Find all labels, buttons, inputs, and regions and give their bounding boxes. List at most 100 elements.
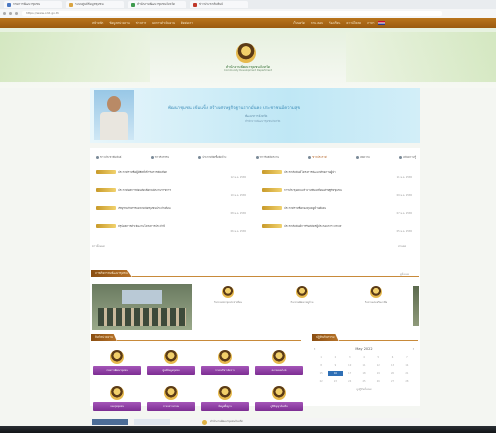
nav-link[interactable]: เว็บบอร์ด <box>293 21 305 26</box>
nav-link[interactable]: หน้าหลัก <box>92 21 103 26</box>
browser-tab[interactable]: ระบบศูนย์ข้อมูลชุมชน <box>66 1 124 8</box>
news-tab[interactable]: บทความ <box>355 154 370 161</box>
browser-tab[interactable]: สำนักงานพัฒนาชุมชนจังหวัด <box>128 1 186 8</box>
read-more-link[interactable]: อ่านต่อ <box>398 245 406 249</box>
nav-link[interactable]: ถาม-ตอบ <box>311 21 323 26</box>
news-item[interactable]: ประชาสัมพันธ์โครงการพัฒนาศักยภาพผู้นำ 11 … <box>262 170 412 182</box>
link-card[interactable]: กรมการพัฒนาชุมชน <box>93 350 141 376</box>
calendar-day[interactable]: 19 <box>371 371 385 376</box>
header-field-left <box>0 32 150 82</box>
nav-link[interactable]: ร้องเรียน <box>329 21 340 26</box>
activity-card[interactable]: กิจกรรมประชุมประจำเดือน <box>198 286 258 305</box>
calendar-day[interactable]: 10 <box>343 363 357 368</box>
news-badge-icon <box>96 206 116 210</box>
calendar-next-icon[interactable]: › <box>413 347 414 351</box>
news-tab[interactable]: ข่าวรับสมัครงาน <box>255 154 279 161</box>
nav-link[interactable]: ดาวน์โหลด <box>346 21 361 26</box>
news-item[interactable]: สรุปผลการดำเนินงานโครงการประจำปี 06 พ.ค. … <box>96 224 246 236</box>
news-date: 11 พ.ค. 2565 <box>396 176 412 179</box>
footer-banner-1[interactable] <box>92 419 128 425</box>
calendar-heading: ปฏิทินกิจกรรม <box>312 334 339 341</box>
link-card[interactable]: ภูมิปัญญาท้องถิ่น <box>255 386 303 412</box>
calendar-day[interactable]: 7 <box>400 355 414 360</box>
activity-logo-icon <box>222 286 234 298</box>
org-subtitle: Community Development Department <box>223 69 273 72</box>
nav-buttons[interactable] <box>3 12 21 16</box>
calendar-day[interactable]: 16 <box>328 371 343 376</box>
calendar-day[interactable]: 5 <box>371 355 385 360</box>
link-card[interactable]: ข้อมูลพื้นฐาน <box>201 386 249 412</box>
link-label: ศูนย์ข้อมูลชุมชน <box>147 366 195 375</box>
calendar-day[interactable]: 9 <box>328 363 342 368</box>
calendar-day[interactable]: 6 <box>385 355 399 360</box>
news-item[interactable]: การประชุมคณะทำงานขับเคลื่อนเศรษฐกิจชุมชน… <box>262 188 412 200</box>
calendar-day[interactable]: 24 <box>343 379 357 384</box>
tab-bullet-icon <box>150 156 154 159</box>
org-logo-icon[interactable] <box>236 43 256 63</box>
activity-card[interactable]: กิจกรรมส่งเสริมอาชีพ <box>346 286 406 305</box>
browser-tab[interactable]: กรมการพัฒนาชุมชน <box>4 1 62 8</box>
news-tab[interactable]: ประกาศจัดซื้อจัดจ้าง <box>198 154 226 161</box>
news-tab-label: ประกาศจัดซื้อจัดจ้าง <box>202 155 227 159</box>
activities-more-link[interactable]: ดูทั้งหมด <box>400 273 409 277</box>
calendar-day[interactable]: 20 <box>385 371 399 376</box>
news-item[interactable]: ประกาศรายชื่อผู้มีสิทธิ์เข้ารับการคัดเลื… <box>96 170 246 182</box>
browser-tab-bar: กรมการพัฒนาชุมชน ระบบศูนย์ข้อมูลชุมชน สำนั… <box>0 0 496 9</box>
calendar-day[interactable]: 27 <box>385 379 399 384</box>
news-tab[interactable]: ข่าวประชาสัมพันธ์ <box>96 154 121 161</box>
director-photo <box>94 90 134 140</box>
activity-photo[interactable] <box>92 284 192 330</box>
link-card[interactable]: ระบบบริหารจัดการ <box>201 350 249 376</box>
browser-tab[interactable]: ข่าวประชาสัมพันธ์ <box>190 1 248 8</box>
calendar-day[interactable]: 28 <box>400 379 414 384</box>
calendar-day[interactable]: 11 <box>357 363 371 368</box>
calendar-day[interactable]: 3 <box>343 355 357 360</box>
news-item[interactable]: ประชาสัมพันธ์การรับสมัครผู้ประกอบการ OTO… <box>262 224 412 236</box>
calendar-day[interactable]: 15 <box>314 371 328 376</box>
activity-caption: กิจกรรมประชุมประจำเดือน <box>214 301 242 304</box>
link-label: กรมการพัฒนาชุมชน <box>93 366 141 375</box>
calendar-day[interactable]: 25 <box>357 379 371 384</box>
calendar-day[interactable]: 21 <box>400 371 414 376</box>
calendar-day[interactable]: 2 <box>328 355 342 360</box>
nav-link[interactable]: ผลการดำเนินงาน <box>152 21 175 26</box>
calendar-day[interactable]: 4 <box>357 355 371 360</box>
link-logo-icon <box>218 386 232 400</box>
nav-link[interactable]: ข้อมูลหน่วยงาน <box>109 21 129 26</box>
more-news-link[interactable]: ข่าวทั้งหมด <box>92 245 105 249</box>
calendar-day[interactable]: 14 <box>400 363 414 368</box>
url-input[interactable]: https://www.cdd.go.th <box>22 11 442 16</box>
link-card[interactable]: กองทุนชุมชน <box>93 386 141 412</box>
calendar-day[interactable]: 26 <box>371 379 385 384</box>
calendar-prev-icon[interactable]: ‹ <box>314 347 315 351</box>
calendar-day[interactable]: 23 <box>328 379 342 384</box>
calendar-day[interactable]: 12 <box>371 363 385 368</box>
calendar-day[interactable]: 8 <box>314 363 328 368</box>
calendar-day[interactable]: 22 <box>314 379 328 384</box>
news-tab[interactable]: ข่าวประกาศ <box>308 154 327 161</box>
tab-bullet-icon <box>308 156 312 159</box>
link-card[interactable]: ศูนย์ข้อมูลชุมชน <box>147 350 195 376</box>
calendar-day[interactable]: 13 <box>385 363 399 368</box>
news-item[interactable]: ประกาศผลการสอบคัดเลือกพนักงานราชการ 10 พ.… <box>96 188 246 200</box>
language-flag-icon[interactable] <box>378 21 386 25</box>
calendar-day[interactable]: 18 <box>357 371 371 376</box>
calendar-day[interactable]: 1 <box>314 355 328 360</box>
footer-banner-2[interactable] <box>134 419 170 425</box>
calendar-day[interactable]: 17 <box>343 371 357 376</box>
nav-link[interactable]: ข่าวสาร <box>136 21 147 26</box>
activities-heading: ภาพกิจกรรมพัฒนาชุมชน <box>91 270 132 277</box>
calendar-footer-link[interactable]: ดูปฏิทินทั้งหมด <box>314 388 414 392</box>
news-item[interactable]: ประกาศรายชื่อกองทุนหมู่บ้านดีเด่น 07 พ.ค.… <box>262 206 412 218</box>
news-date: 08 พ.ค. 2565 <box>230 212 246 215</box>
nav-link[interactable]: ภาษา <box>367 21 374 26</box>
nav-link[interactable]: ติดต่อเรา <box>181 21 193 26</box>
link-card[interactable]: ระบบสารบรรณ <box>147 386 195 412</box>
news-title: ประชาสัมพันธ์โครงการพัฒนาศักยภาพผู้นำ <box>284 170 336 174</box>
news-tab[interactable]: ข่าวกิจกรรม <box>150 154 169 161</box>
link-card[interactable]: ตลาดออนไลน์ <box>255 350 303 376</box>
news-tab[interactable]: คลังความรู้ <box>399 154 416 161</box>
tab-title: กรมการพัฒนาชุมชน <box>13 2 41 6</box>
news-item[interactable]: เชิญร่วมกิจกรรมตลาดนัดชุมชนประจำเดือน 08 … <box>96 206 246 218</box>
activity-card[interactable]: กิจกรรมพัฒนาหมู่บ้าน <box>272 286 332 305</box>
